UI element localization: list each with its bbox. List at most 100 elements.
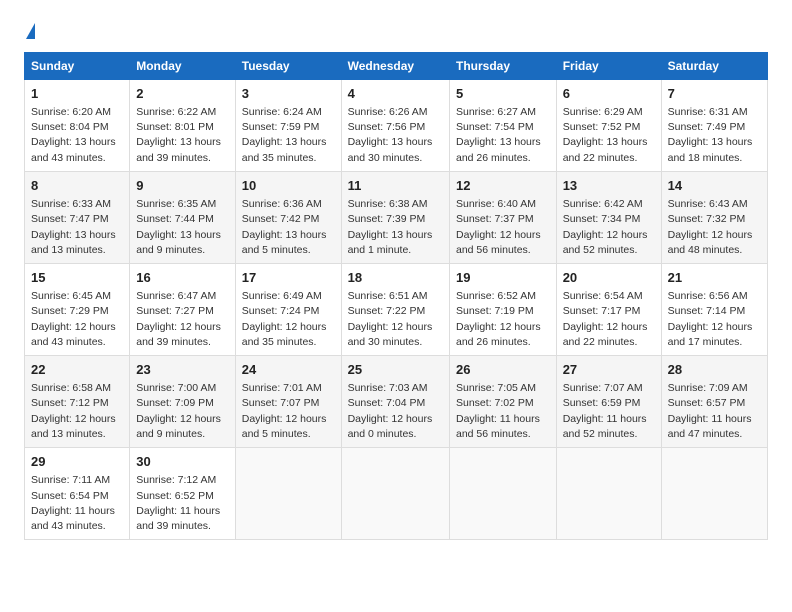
calendar-cell: 12 Sunrise: 6:40 AMSunset: 7:37 PMDayligh… bbox=[450, 171, 557, 263]
day-info: Sunrise: 6:22 AMSunset: 8:01 PMDaylight:… bbox=[136, 105, 229, 166]
calendar-week-row: 1 Sunrise: 6:20 AMSunset: 8:04 PMDaylight… bbox=[25, 79, 768, 171]
weekday-header-thursday: Thursday bbox=[450, 52, 557, 79]
day-number: 4 bbox=[348, 85, 443, 103]
day-number: 26 bbox=[456, 361, 550, 379]
day-info: Sunrise: 6:47 AMSunset: 7:27 PMDaylight:… bbox=[136, 289, 229, 350]
day-info: Sunrise: 6:36 AMSunset: 7:42 PMDaylight:… bbox=[242, 197, 335, 258]
calendar-cell bbox=[341, 448, 449, 540]
calendar-cell: 19 Sunrise: 6:52 AMSunset: 7:19 PMDayligh… bbox=[450, 263, 557, 355]
day-info: Sunrise: 6:38 AMSunset: 7:39 PMDaylight:… bbox=[348, 197, 443, 258]
day-info: Sunrise: 6:51 AMSunset: 7:22 PMDaylight:… bbox=[348, 289, 443, 350]
calendar-cell: 18 Sunrise: 6:51 AMSunset: 7:22 PMDayligh… bbox=[341, 263, 449, 355]
day-number: 18 bbox=[348, 269, 443, 287]
calendar-cell: 29 Sunrise: 7:11 AMSunset: 6:54 PMDayligh… bbox=[25, 448, 130, 540]
calendar-cell bbox=[235, 448, 341, 540]
day-number: 8 bbox=[31, 177, 123, 195]
calendar-cell: 22 Sunrise: 6:58 AMSunset: 7:12 PMDayligh… bbox=[25, 356, 130, 448]
calendar-cell: 8 Sunrise: 6:33 AMSunset: 7:47 PMDaylight… bbox=[25, 171, 130, 263]
day-number: 6 bbox=[563, 85, 655, 103]
calendar-cell: 1 Sunrise: 6:20 AMSunset: 8:04 PMDaylight… bbox=[25, 79, 130, 171]
weekday-header-sunday: Sunday bbox=[25, 52, 130, 79]
weekday-header-monday: Monday bbox=[130, 52, 236, 79]
calendar-week-row: 22 Sunrise: 6:58 AMSunset: 7:12 PMDayligh… bbox=[25, 356, 768, 448]
day-info: Sunrise: 6:52 AMSunset: 7:19 PMDaylight:… bbox=[456, 289, 550, 350]
day-info: Sunrise: 7:12 AMSunset: 6:52 PMDaylight:… bbox=[136, 473, 229, 534]
day-info: Sunrise: 6:40 AMSunset: 7:37 PMDaylight:… bbox=[456, 197, 550, 258]
weekday-header-friday: Friday bbox=[556, 52, 661, 79]
day-number: 30 bbox=[136, 453, 229, 471]
day-info: Sunrise: 6:58 AMSunset: 7:12 PMDaylight:… bbox=[31, 381, 123, 442]
weekday-header-wednesday: Wednesday bbox=[341, 52, 449, 79]
calendar-cell: 24Sunrise: 7:01 AMSunset: 7:07 PMDayligh… bbox=[235, 356, 341, 448]
day-number: 14 bbox=[668, 177, 761, 195]
day-number: 23 bbox=[136, 361, 229, 379]
calendar-cell: 5 Sunrise: 6:27 AMSunset: 7:54 PMDaylight… bbox=[450, 79, 557, 171]
calendar-week-row: 29 Sunrise: 7:11 AMSunset: 6:54 PMDayligh… bbox=[25, 448, 768, 540]
calendar-cell: 10 Sunrise: 6:36 AMSunset: 7:42 PMDayligh… bbox=[235, 171, 341, 263]
calendar-table: SundayMondayTuesdayWednesdayThursdayFrid… bbox=[24, 52, 768, 540]
calendar-cell: 28Sunrise: 7:09 AMSunset: 6:57 PMDayligh… bbox=[661, 356, 767, 448]
day-number: 15 bbox=[31, 269, 123, 287]
day-info: Sunrise: 6:45 AMSunset: 7:29 PMDaylight:… bbox=[31, 289, 123, 350]
day-number: 9 bbox=[136, 177, 229, 195]
calendar-cell: 16 Sunrise: 6:47 AMSunset: 7:27 PMDayligh… bbox=[130, 263, 236, 355]
calendar-cell: 6 Sunrise: 6:29 AMSunset: 7:52 PMDaylight… bbox=[556, 79, 661, 171]
day-number: 29 bbox=[31, 453, 123, 471]
weekday-header-saturday: Saturday bbox=[661, 52, 767, 79]
day-info: Sunrise: 6:56 AMSunset: 7:14 PMDaylight:… bbox=[668, 289, 761, 350]
day-info: Sunrise: 6:49 AMSunset: 7:24 PMDaylight:… bbox=[242, 289, 335, 350]
day-number: 17 bbox=[242, 269, 335, 287]
day-info: Sunrise: 6:20 AMSunset: 8:04 PMDaylight:… bbox=[31, 105, 123, 166]
day-number: 1 bbox=[31, 85, 123, 103]
calendar-cell: 30 Sunrise: 7:12 AMSunset: 6:52 PMDayligh… bbox=[130, 448, 236, 540]
day-number: 5 bbox=[456, 85, 550, 103]
calendar-cell: 20Sunrise: 6:54 AMSunset: 7:17 PMDayligh… bbox=[556, 263, 661, 355]
calendar-cell bbox=[556, 448, 661, 540]
calendar-cell: 23Sunrise: 7:00 AMSunset: 7:09 PMDayligh… bbox=[130, 356, 236, 448]
calendar-cell: 14 Sunrise: 6:43 AMSunset: 7:32 PMDayligh… bbox=[661, 171, 767, 263]
day-info: Sunrise: 6:24 AMSunset: 7:59 PMDaylight:… bbox=[242, 105, 335, 166]
day-info: Sunrise: 7:03 AMSunset: 7:04 PMDaylight:… bbox=[348, 381, 443, 442]
day-info: Sunrise: 7:11 AMSunset: 6:54 PMDaylight:… bbox=[31, 473, 123, 534]
calendar-week-row: 8 Sunrise: 6:33 AMSunset: 7:47 PMDaylight… bbox=[25, 171, 768, 263]
calendar-week-row: 15 Sunrise: 6:45 AMSunset: 7:29 PMDayligh… bbox=[25, 263, 768, 355]
day-number: 2 bbox=[136, 85, 229, 103]
day-info: Sunrise: 6:42 AMSunset: 7:34 PMDaylight:… bbox=[563, 197, 655, 258]
calendar-cell: 13 Sunrise: 6:42 AMSunset: 7:34 PMDayligh… bbox=[556, 171, 661, 263]
day-number: 13 bbox=[563, 177, 655, 195]
logo bbox=[24, 20, 35, 42]
day-info: Sunrise: 6:43 AMSunset: 7:32 PMDaylight:… bbox=[668, 197, 761, 258]
day-info: Sunrise: 7:07 AMSunset: 6:59 PMDaylight:… bbox=[563, 381, 655, 442]
calendar-cell: 11 Sunrise: 6:38 AMSunset: 7:39 PMDayligh… bbox=[341, 171, 449, 263]
day-number: 7 bbox=[668, 85, 761, 103]
day-number: 20 bbox=[563, 269, 655, 287]
calendar-cell: 3Sunrise: 6:24 AMSunset: 7:59 PMDaylight… bbox=[235, 79, 341, 171]
day-info: Sunrise: 6:33 AMSunset: 7:47 PMDaylight:… bbox=[31, 197, 123, 258]
calendar-cell: 2 Sunrise: 6:22 AMSunset: 8:01 PMDaylight… bbox=[130, 79, 236, 171]
day-info: Sunrise: 7:01 AMSunset: 7:07 PMDaylight:… bbox=[242, 381, 335, 442]
calendar-cell: 4 Sunrise: 6:26 AMSunset: 7:56 PMDaylight… bbox=[341, 79, 449, 171]
day-number: 12 bbox=[456, 177, 550, 195]
calendar-cell: 25 Sunrise: 7:03 AMSunset: 7:04 PMDayligh… bbox=[341, 356, 449, 448]
day-number: 16 bbox=[136, 269, 229, 287]
day-number: 21 bbox=[668, 269, 761, 287]
day-info: Sunrise: 6:35 AMSunset: 7:44 PMDaylight:… bbox=[136, 197, 229, 258]
calendar-cell: 26Sunrise: 7:05 AMSunset: 7:02 PMDayligh… bbox=[450, 356, 557, 448]
calendar-cell bbox=[661, 448, 767, 540]
calendar-cell: 17 Sunrise: 6:49 AMSunset: 7:24 PMDayligh… bbox=[235, 263, 341, 355]
header bbox=[24, 20, 768, 42]
day-number: 25 bbox=[348, 361, 443, 379]
day-number: 19 bbox=[456, 269, 550, 287]
calendar-cell: 7 Sunrise: 6:31 AMSunset: 7:49 PMDaylight… bbox=[661, 79, 767, 171]
day-number: 22 bbox=[31, 361, 123, 379]
page: SundayMondayTuesdayWednesdayThursdayFrid… bbox=[0, 0, 792, 612]
day-info: Sunrise: 6:31 AMSunset: 7:49 PMDaylight:… bbox=[668, 105, 761, 166]
day-number: 27 bbox=[563, 361, 655, 379]
day-info: Sunrise: 6:29 AMSunset: 7:52 PMDaylight:… bbox=[563, 105, 655, 166]
day-number: 11 bbox=[348, 177, 443, 195]
day-number: 28 bbox=[668, 361, 761, 379]
day-info: Sunrise: 6:26 AMSunset: 7:56 PMDaylight:… bbox=[348, 105, 443, 166]
day-info: Sunrise: 6:27 AMSunset: 7:54 PMDaylight:… bbox=[456, 105, 550, 166]
calendar-cell: 27 Sunrise: 7:07 AMSunset: 6:59 PMDayligh… bbox=[556, 356, 661, 448]
day-number: 10 bbox=[242, 177, 335, 195]
